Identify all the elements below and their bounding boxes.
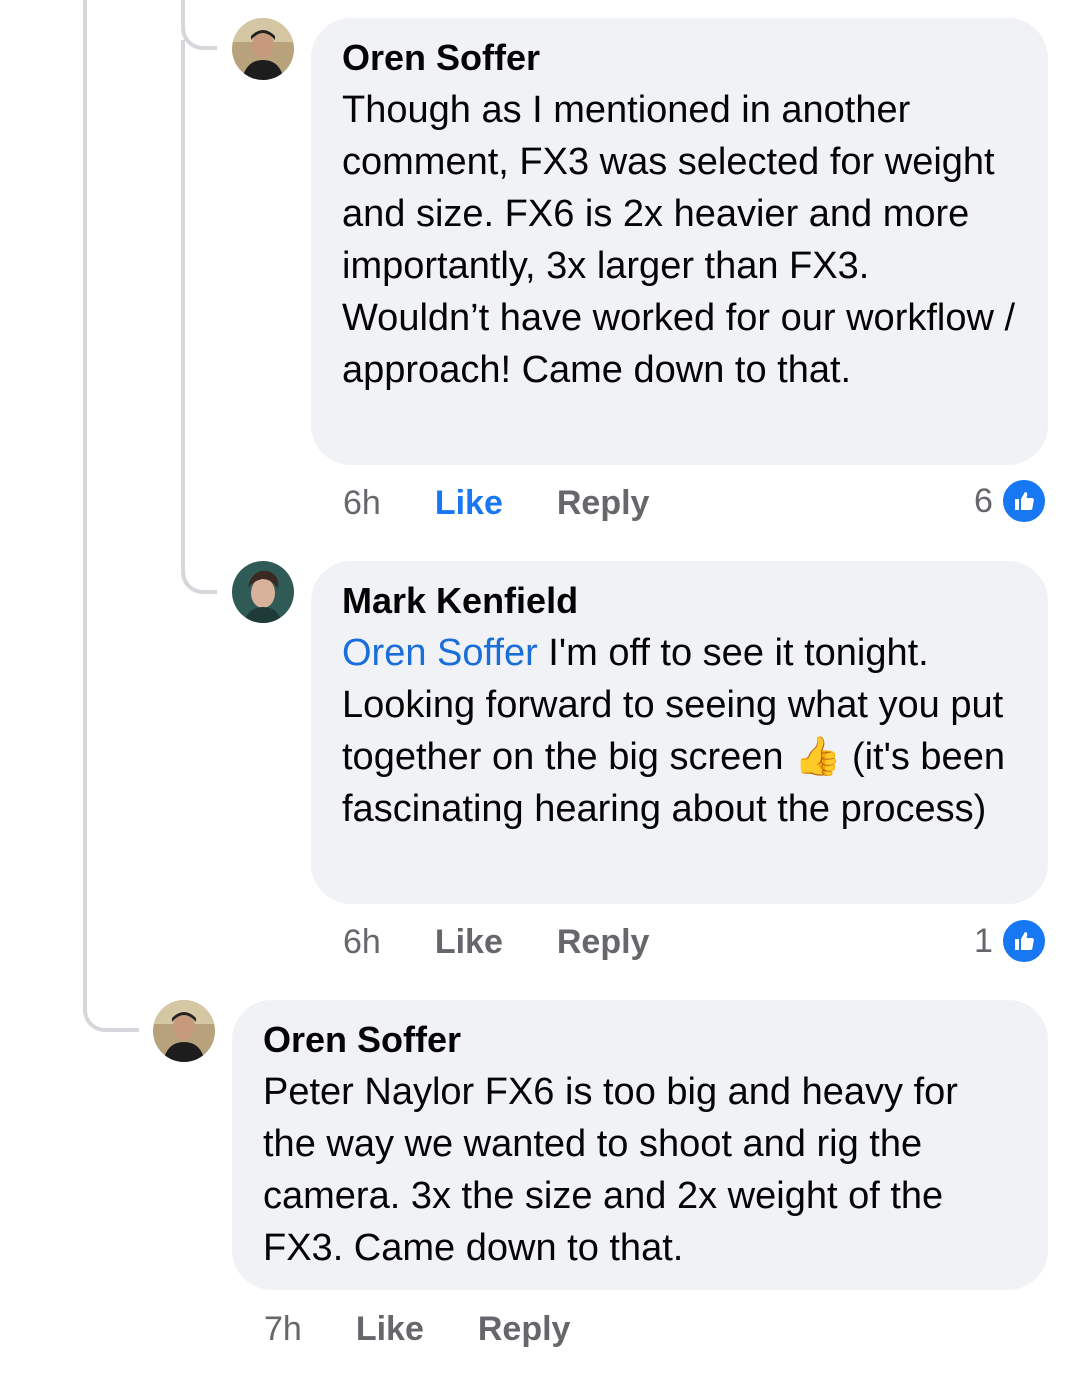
like-button[interactable]: Like [435, 923, 503, 962]
comment-timestamp[interactable]: 7h [264, 1310, 302, 1349]
like-button[interactable]: Like [356, 1310, 424, 1349]
thumbs-up-icon [1000, 918, 1047, 964]
like-button[interactable]: Like [435, 484, 503, 523]
reply-button[interactable]: Reply [557, 484, 650, 523]
reaction-summary[interactable]: 1 [974, 918, 1047, 964]
avatar[interactable] [153, 1000, 215, 1062]
comment-text: Peter Naylor FX6 is too big and heavy fo… [263, 1071, 958, 1269]
mention-link[interactable]: Oren Soffer [342, 632, 538, 674]
comment-text: Though as I mentioned in another comment… [342, 89, 1016, 391]
thumbs-up-icon [1000, 478, 1047, 524]
comment-timestamp[interactable]: 6h [343, 484, 381, 523]
comment-actions: 7h Like Reply [264, 1310, 570, 1349]
reply-button[interactable]: Reply [557, 923, 650, 962]
reply-line [181, 40, 185, 560]
profile-photo [153, 1000, 215, 1062]
thread-line-connector [83, 990, 139, 1032]
comment-thread: Oren Soffer Though as I mentioned in ano… [0, 0, 1080, 1380]
comment-author[interactable]: Oren Soffer [263, 1020, 1018, 1060]
reply-line-connector [181, 0, 217, 50]
thread-line [83, 0, 87, 1010]
comment-bubble: Oren Soffer Though as I mentioned in ano… [311, 18, 1048, 465]
profile-photo [232, 561, 294, 623]
reply-line-connector [181, 548, 217, 594]
reaction-count: 6 [974, 481, 993, 520]
comment-text: Oren Soffer I'm off to see it tonight. L… [342, 627, 1018, 835]
comment-timestamp[interactable]: 6h [343, 923, 381, 962]
comment-actions: 6h Like Reply [343, 484, 649, 523]
comment-bubble: Oren Soffer Peter Naylor FX6 is too big … [232, 1000, 1048, 1290]
reply-button[interactable]: Reply [478, 1310, 571, 1349]
reaction-summary[interactable]: 6 [974, 478, 1047, 524]
comment-author[interactable]: Oren Soffer [342, 38, 1018, 78]
reaction-count: 1 [974, 921, 993, 960]
comment-bubble: Mark Kenfield Oren Soffer I'm off to see… [311, 561, 1048, 904]
avatar[interactable] [232, 18, 294, 80]
comment-author[interactable]: Mark Kenfield [342, 581, 1018, 621]
profile-photo [232, 18, 294, 80]
avatar[interactable] [232, 561, 294, 623]
comment-actions: 6h Like Reply [343, 923, 649, 962]
